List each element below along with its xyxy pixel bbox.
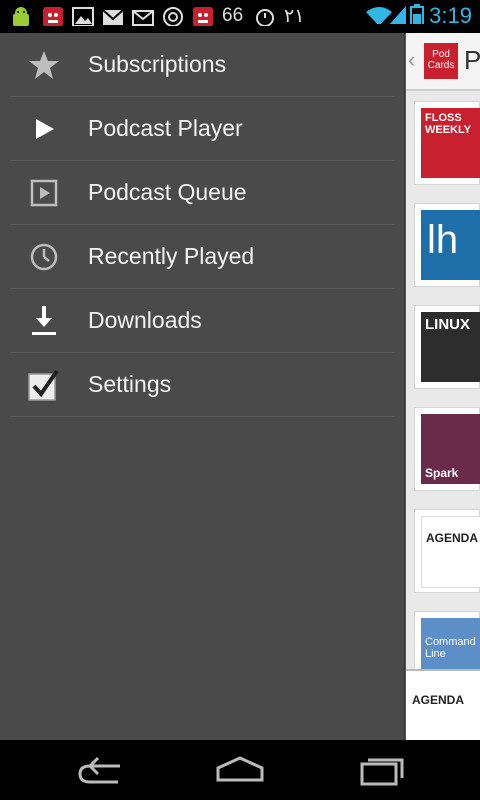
- app-logo[interactable]: Pod Cards: [424, 43, 458, 79]
- download-icon: [24, 301, 64, 341]
- target-icon: [163, 7, 183, 26]
- menu-item-recently-played[interactable]: Recently Played: [10, 225, 394, 289]
- artwork-text: FLOSS WEEKLY: [425, 112, 472, 136]
- podcast-artwork: lh: [421, 210, 480, 280]
- podcast-thumbnail[interactable]: Spark: [414, 407, 480, 491]
- page-title: P: [464, 45, 480, 75]
- battery-icon: [410, 4, 424, 24]
- menu-item-subscriptions[interactable]: Subscriptions: [10, 33, 394, 97]
- menu-label: Recently Played: [88, 243, 255, 269]
- checkbox-icon: [24, 365, 64, 405]
- artwork-text: Spark: [425, 466, 459, 480]
- android-debug-icon: [13, 7, 29, 26]
- clock-icon: [24, 237, 64, 277]
- mail-icon: [132, 10, 154, 26]
- star-icon: [24, 45, 64, 85]
- action-bar: ‹ Pod Cards P: [406, 33, 480, 91]
- menu-label: Podcast Queue: [88, 179, 247, 205]
- logo-line2: Cards: [427, 60, 455, 71]
- podcast-artwork: FLOSS WEEKLY: [421, 108, 480, 178]
- podcast-thumbnail[interactable]: lh: [414, 203, 480, 287]
- back-icon[interactable]: [70, 752, 130, 788]
- menu-label: Subscriptions: [88, 51, 227, 77]
- queue-icon: [24, 173, 64, 213]
- mini-player[interactable]: AGENDA: [406, 669, 480, 740]
- recent-apps-icon[interactable]: [352, 752, 412, 788]
- logo-line1: Pod: [432, 49, 450, 60]
- main-content: ‹ Pod Cards P FLOSS WEEKLY lh LINUX Spar…: [406, 33, 480, 740]
- menu-label: Downloads: [88, 307, 202, 333]
- alarm-icon: [256, 9, 274, 26]
- chevron-left-icon[interactable]: ‹: [408, 47, 415, 73]
- artwork-text: LINUX: [425, 316, 470, 333]
- notification-count: 66: [222, 5, 244, 26]
- signal-icon: [389, 6, 406, 24]
- navigation-drawer: Subscriptions Podcast Player Podcast Que…: [0, 33, 404, 740]
- menu-item-settings[interactable]: Settings: [10, 353, 394, 417]
- status-text-arabic: ٢١: [284, 6, 305, 27]
- menu-item-downloads[interactable]: Downloads: [10, 289, 394, 353]
- image-icon: [72, 7, 94, 26]
- app-notification-icon-2: [193, 7, 213, 26]
- app-notification-icon: [43, 7, 63, 26]
- artwork-text: AGENDA: [426, 531, 479, 545]
- system-nav-bar: [0, 740, 480, 800]
- menu-item-podcast-queue[interactable]: Podcast Queue: [10, 161, 394, 225]
- menu-item-podcast-player[interactable]: Podcast Player: [10, 97, 394, 161]
- podcast-thumbnail[interactable]: AGENDA: [414, 509, 480, 593]
- status-bar: 66 ٢١ 3:19: [0, 0, 480, 33]
- clock: 3:19: [429, 3, 472, 28]
- artwork-text: lh: [427, 218, 459, 262]
- home-icon[interactable]: [210, 752, 270, 788]
- podcast-thumbnail[interactable]: LINUX: [414, 305, 480, 389]
- podcast-artwork: LINUX: [421, 312, 480, 382]
- menu-label: Settings: [88, 371, 172, 397]
- mini-player-title: AGENDA: [412, 693, 465, 707]
- podcast-artwork: AGENDA: [421, 516, 480, 588]
- podcast-thumbnail[interactable]: FLOSS WEEKLY: [414, 101, 480, 185]
- gmail-icon: [102, 9, 124, 25]
- podcast-artwork: Spark: [421, 414, 480, 484]
- play-icon: [24, 109, 64, 149]
- menu-label: Podcast Player: [88, 115, 243, 141]
